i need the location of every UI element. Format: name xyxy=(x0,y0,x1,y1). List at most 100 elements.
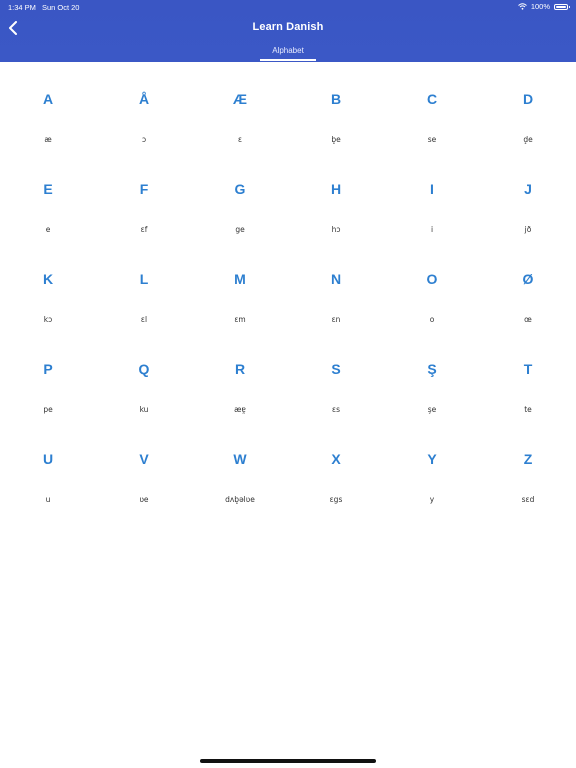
letter-glyph: Å xyxy=(138,91,150,107)
letter-pronunciation: ge xyxy=(235,225,245,234)
home-indicator[interactable] xyxy=(200,759,376,763)
status-bar: 1:34 PM Sun Oct 20 100% xyxy=(0,0,576,14)
letter-pronunciation: ɛ xyxy=(237,135,243,144)
letter-cell[interactable]: Fɛf xyxy=(96,152,192,242)
page-title: Learn Danish xyxy=(252,21,324,33)
letter-glyph: Ø xyxy=(522,271,534,287)
letter-glyph: E xyxy=(43,181,53,197)
letter-pronunciation: ɛl xyxy=(140,315,148,324)
letter-pronunciation: hɔ xyxy=(331,225,341,234)
letter-cell[interactable]: Wdʌb̥əlʋe xyxy=(192,422,288,512)
letter-pronunciation: te xyxy=(524,405,532,414)
letter-glyph: M xyxy=(234,271,246,287)
letter-cell[interactable]: Nɛn xyxy=(288,242,384,332)
tab-alphabet[interactable]: Alphabet xyxy=(260,46,316,55)
letter-glyph: D xyxy=(522,91,534,107)
letter-pronunciation: se xyxy=(427,135,437,144)
letter-glyph: J xyxy=(524,181,532,197)
letter-pronunciation: şe xyxy=(427,405,437,414)
letter-cell[interactable]: Aæ xyxy=(0,62,96,152)
letter-cell[interactable]: Yy xyxy=(384,422,480,512)
nav-header: 1:34 PM Sun Oct 20 100% Learn Danish Alp… xyxy=(0,0,576,62)
status-date: Sun Oct 20 xyxy=(41,3,80,12)
letter-cell[interactable]: Şşe xyxy=(384,332,480,422)
letter-pronunciation: pe xyxy=(43,405,53,414)
battery-icon xyxy=(554,3,570,10)
letter-cell[interactable]: Qku xyxy=(96,332,192,422)
letter-cell[interactable]: Kkɔ xyxy=(0,242,96,332)
letter-glyph: H xyxy=(330,181,342,197)
letter-glyph: V xyxy=(139,451,149,467)
letter-cell[interactable]: Mɛm xyxy=(192,242,288,332)
letter-cell[interactable]: Sɛs xyxy=(288,332,384,422)
letter-cell[interactable]: Dd̥e xyxy=(480,62,576,152)
letter-pronunciation: ɔ xyxy=(141,135,147,144)
letter-cell[interactable]: Vʋe xyxy=(96,422,192,512)
letter-cell[interactable]: Æɛ xyxy=(192,62,288,152)
letter-pronunciation: kɔ xyxy=(43,315,53,324)
letter-glyph: N xyxy=(330,271,342,287)
letter-pronunciation: d̥e xyxy=(523,135,533,144)
letter-glyph: Q xyxy=(138,361,150,377)
letter-cell[interactable]: Ppe xyxy=(0,332,96,422)
letter-cell[interactable]: Ee xyxy=(0,152,96,242)
letter-cell[interactable]: Cse xyxy=(384,62,480,152)
letter-pronunciation: æ xyxy=(44,135,52,144)
letter-pronunciation: æɐ̯ xyxy=(234,405,246,414)
letter-pronunciation: ɛf xyxy=(140,225,148,234)
letter-glyph: U xyxy=(42,451,54,467)
tab-indicator xyxy=(260,59,316,61)
letter-glyph: Æ xyxy=(233,91,247,107)
letter-glyph: Ş xyxy=(427,361,437,377)
letter-pronunciation: b̥e xyxy=(331,135,341,144)
letter-glyph: G xyxy=(234,181,246,197)
letter-cell[interactable]: Xɛgs xyxy=(288,422,384,512)
letter-glyph: T xyxy=(523,361,533,377)
letter-glyph: Y xyxy=(427,451,437,467)
letter-pronunciation: ɛm xyxy=(234,315,246,324)
letter-glyph: W xyxy=(233,451,247,467)
status-time: 1:34 PM xyxy=(8,3,36,12)
letter-cell[interactable]: Oo xyxy=(384,242,480,332)
wifi-icon xyxy=(517,3,527,10)
letter-glyph: I xyxy=(430,181,434,197)
letter-cell[interactable]: Hhɔ xyxy=(288,152,384,242)
letter-pronunciation: y xyxy=(429,495,435,504)
letter-pronunciation: ɛgs xyxy=(329,495,343,504)
letter-cell[interactable]: Ii xyxy=(384,152,480,242)
letter-glyph: R xyxy=(234,361,246,377)
letter-pronunciation: œ xyxy=(524,315,532,324)
letter-glyph: Z xyxy=(523,451,533,467)
letter-cell[interactable]: Gge xyxy=(192,152,288,242)
letter-pronunciation: ʋe xyxy=(139,495,149,504)
letter-pronunciation: ɛn xyxy=(331,315,341,324)
letter-glyph: C xyxy=(426,91,438,107)
letter-cell[interactable]: Tte xyxy=(480,332,576,422)
battery-percent: 100% xyxy=(530,2,550,11)
letter-pronunciation: i xyxy=(430,225,434,234)
letter-pronunciation: ku xyxy=(139,405,149,414)
letter-cell[interactable]: Åɔ xyxy=(96,62,192,152)
letter-glyph: K xyxy=(42,271,54,287)
letter-pronunciation: o xyxy=(429,315,435,324)
letter-cell[interactable]: Uu xyxy=(0,422,96,512)
letter-glyph: X xyxy=(331,451,341,467)
letter-glyph: B xyxy=(330,91,342,107)
letter-pronunciation: e xyxy=(45,225,51,234)
letter-glyph: A xyxy=(42,91,54,107)
letter-glyph: O xyxy=(426,271,438,287)
letter-pronunciation: u xyxy=(45,495,51,504)
letter-glyph: S xyxy=(331,361,341,377)
letter-cell[interactable]: Bb̥e xyxy=(288,62,384,152)
letter-cell[interactable]: Ræɐ̯ xyxy=(192,332,288,422)
letter-glyph: F xyxy=(139,181,149,197)
letter-pronunciation: dʌb̥əlʋe xyxy=(225,495,255,504)
letter-cell[interactable]: Zsɛd xyxy=(480,422,576,512)
letter-pronunciation: ɛs xyxy=(332,405,340,414)
letter-cell[interactable]: Jjð xyxy=(480,152,576,242)
letter-pronunciation: sɛd xyxy=(521,495,535,504)
letter-cell[interactable]: Lɛl xyxy=(96,242,192,332)
letter-cell[interactable]: Øœ xyxy=(480,242,576,332)
letter-pronunciation: jð xyxy=(524,225,532,234)
letter-glyph: L xyxy=(139,271,149,287)
